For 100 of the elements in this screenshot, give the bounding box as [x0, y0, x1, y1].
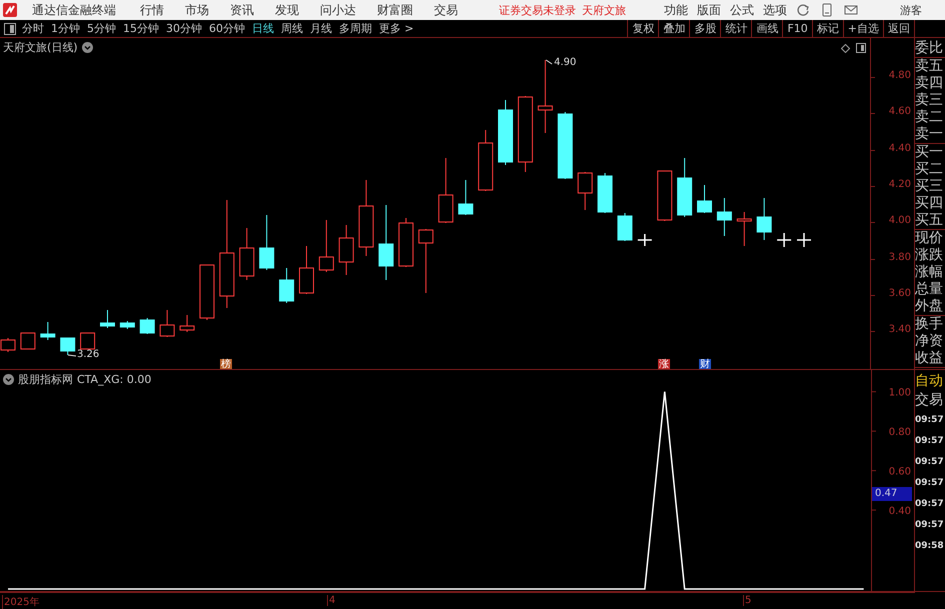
- stock-name: 天府文旅: [582, 2, 626, 18]
- menu-item[interactable]: 行情: [140, 2, 164, 18]
- quote-label: 换手: [915, 316, 944, 333]
- menu-item[interactable]: 市场: [185, 2, 209, 18]
- candlestick: [797, 233, 811, 247]
- candlestick: [716, 198, 732, 236]
- dropdown-icon[interactable]: [3, 374, 14, 385]
- menu-item[interactable]: 功能: [664, 2, 688, 18]
- trade-header: 自动: [915, 372, 944, 391]
- price-tick-label: 4.40: [888, 142, 911, 154]
- quote-label: 卖二: [915, 109, 944, 126]
- candlestick: [677, 158, 692, 218]
- quote-label: 现价: [915, 230, 944, 247]
- y-tick-label: 0.80: [888, 427, 911, 438]
- diamond-icon[interactable]: [841, 44, 850, 52]
- candlestick: [617, 212, 632, 242]
- candlestick: [657, 170, 672, 222]
- period-tab[interactable]: 1分钟: [51, 21, 80, 36]
- quote-label: 买一: [915, 144, 944, 161]
- candlestick: [578, 172, 593, 210]
- candlestick: [140, 318, 155, 334]
- price-tick-label: 4.00: [888, 215, 911, 226]
- quote-label: 买二: [915, 161, 944, 178]
- refresh-icon[interactable]: [796, 3, 810, 17]
- leader-line: [68, 354, 76, 356]
- candlestick: [40, 322, 56, 340]
- period-tab[interactable]: 月线: [310, 21, 332, 36]
- price-tick-label: 4.80: [888, 70, 911, 81]
- app-title: 通达信金融终端: [32, 2, 116, 18]
- chart-title: 天府文旅(日线): [3, 40, 78, 55]
- candlestick: [318, 220, 334, 272]
- quote-label: 卖五: [915, 58, 944, 75]
- y-tick-label: 1.00: [888, 388, 911, 399]
- user-name[interactable]: 游客: [900, 2, 922, 18]
- period-tab[interactable]: 30分钟: [166, 21, 202, 36]
- period-tab[interactable]: 分时: [22, 21, 44, 36]
- quote-label: 买三: [915, 178, 944, 195]
- event-marker[interactable]: 涨: [658, 359, 670, 369]
- period-tab[interactable]: 日线: [252, 21, 274, 36]
- period-tab[interactable]: 多周期: [339, 21, 372, 36]
- candlestick: [558, 112, 573, 180]
- trade-time: 09:57: [915, 456, 945, 469]
- quote-label: 卖三: [915, 92, 944, 109]
- menu-item[interactable]: 发现: [275, 2, 299, 18]
- candlestick: [418, 228, 434, 294]
- period-tab[interactable]: 15分钟: [123, 21, 159, 36]
- price-tick-label: 4.20: [888, 178, 911, 190]
- menu-item[interactable]: 公式: [730, 2, 754, 18]
- quote-label: 买四: [915, 195, 944, 212]
- menu-item[interactable]: 交易: [434, 2, 458, 18]
- y-tick-label: 0.40: [888, 506, 911, 518]
- quote-label: 涨幅: [915, 264, 944, 281]
- price-tick-label: 3.40: [888, 324, 911, 336]
- quote-label: 买五: [915, 212, 944, 229]
- trade-header: 交易: [915, 391, 944, 410]
- period-tab[interactable]: 5分钟: [87, 21, 116, 36]
- trade-time: 09:58: [915, 540, 945, 553]
- menu-item[interactable]: 选项: [763, 2, 787, 18]
- panel-toggle-icon[interactable]: [4, 22, 16, 34]
- quote-label: 涨跌: [915, 247, 944, 264]
- phone-icon[interactable]: [822, 3, 832, 17]
- quote-label: 净资: [915, 333, 944, 350]
- app-logo-icon: [3, 3, 17, 17]
- candlestick: [279, 268, 294, 304]
- trade-time: 09:57: [915, 435, 945, 448]
- mail-icon[interactable]: [844, 4, 858, 16]
- quote-label: 卖四: [915, 75, 944, 92]
- login-status: 证券交易未登录: [499, 2, 576, 18]
- candlestick: [338, 224, 354, 276]
- event-marker[interactable]: 财: [699, 359, 711, 369]
- dropdown-icon[interactable]: [82, 42, 93, 53]
- candlestick: [180, 314, 195, 332]
- menu-item[interactable]: 财富圈: [377, 2, 413, 18]
- candlestick: [638, 234, 652, 246]
- y-tick-label: 0.60: [888, 466, 911, 478]
- menu-item[interactable]: 问小达: [320, 2, 356, 18]
- candlestick: [200, 264, 214, 320]
- period-tab[interactable]: 更多 >: [379, 21, 414, 36]
- menu-item[interactable]: 版面: [697, 2, 721, 18]
- candlestick: [239, 228, 254, 280]
- leader-line: [546, 60, 552, 64]
- price-tick-label: 3.80: [888, 252, 911, 262]
- panel-toggle-icon[interactable]: [856, 43, 866, 53]
- period-tab[interactable]: 60分钟: [209, 21, 245, 36]
- price-tick-label: 3.60: [888, 288, 911, 299]
- event-marker[interactable]: 榜: [220, 359, 232, 369]
- tool-button[interactable]: 返回: [883, 20, 915, 37]
- indicator-source: 股朋指标网: [18, 372, 73, 387]
- period-tab[interactable]: 周线: [281, 21, 303, 36]
- x-axis-label: 2025年: [2, 595, 40, 609]
- x-axis-label: 4: [327, 595, 336, 606]
- quote-label: 卖一: [915, 126, 944, 143]
- candlestick: [120, 320, 135, 330]
- indicator-reading: CTA_XG: 0.00: [77, 373, 152, 386]
- menu-item[interactable]: 资讯: [230, 2, 254, 18]
- cursor-value: 0.47: [872, 487, 912, 501]
- candlestick: [80, 332, 96, 350]
- low-price-label: 3.26: [77, 349, 100, 360]
- quote-label: 总量: [915, 281, 944, 298]
- price-tick-label: 4.60: [888, 106, 911, 118]
